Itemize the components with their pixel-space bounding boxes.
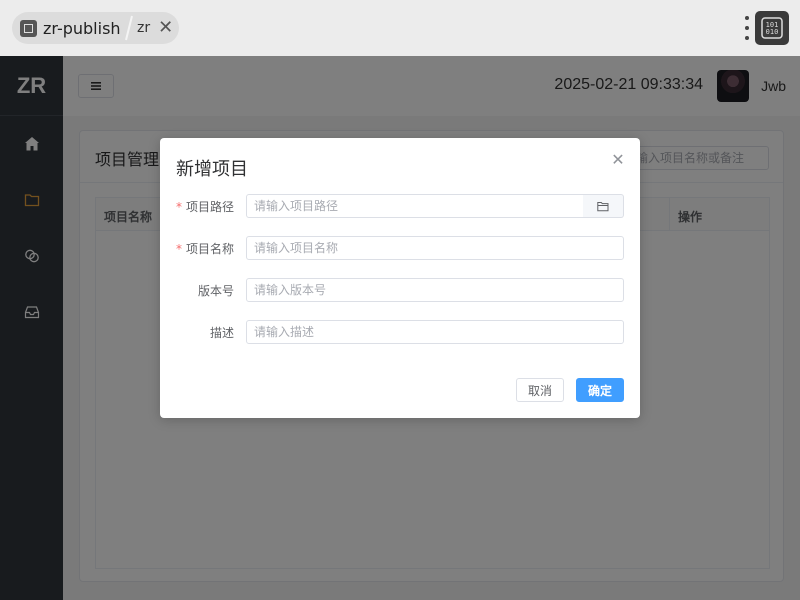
cancel-button[interactable]: 取消 — [516, 378, 564, 402]
tab-title: zr-publish — [43, 18, 121, 38]
sub-tab-label: zr — [137, 20, 151, 36]
close-icon[interactable]: ✕ — [158, 19, 173, 37]
close-icon[interactable]: ✕ — [610, 152, 626, 168]
new-project-dialog: 新增项目 ✕ * 项目路径 请输入项目路径 * 项目名称 请输入项目名称 版本号 请… — [160, 138, 640, 418]
confirm-button[interactable]: 确定 — [576, 378, 624, 402]
form-row-version: 版本号 请输入版本号 — [160, 278, 640, 302]
form-row-path: * 项目路径 请输入项目路径 — [160, 194, 640, 218]
project-name-input[interactable]: 请输入项目名称 — [246, 236, 624, 260]
required-mark: * — [175, 242, 182, 256]
project-path-input[interactable]: 请输入项目路径 — [246, 194, 584, 218]
more-vertical-icon[interactable] — [743, 16, 751, 40]
required-mark: * — [175, 200, 182, 214]
svg-text:010: 010 — [766, 28, 779, 36]
field-label-path: * 项目路径 — [175, 200, 234, 214]
tab-group[interactable]: zr-publish zr ✕ — [12, 12, 179, 44]
description-input[interactable]: 请输入描述 — [246, 320, 624, 344]
dialog-title: 新增项目 — [176, 159, 248, 180]
field-label-description: 描述 — [209, 326, 234, 340]
version-input[interactable]: 请输入版本号 — [246, 278, 624, 302]
binary-icon[interactable]: 101 010 — [755, 11, 789, 45]
tab-divider — [125, 15, 133, 41]
tab-sub[interactable]: zr ✕ — [137, 18, 173, 38]
form-row-name: * 项目名称 请输入项目名称 — [160, 236, 640, 260]
folder-open-icon — [597, 201, 609, 211]
browse-folder-button[interactable] — [583, 194, 624, 218]
tab-main[interactable]: zr-publish — [20, 16, 121, 40]
app-favicon-icon — [20, 19, 37, 37]
field-label-version: 版本号 — [197, 284, 234, 298]
browser-chrome: zr-publish zr ✕ 101 010 — [0, 0, 800, 56]
field-label-name: * 项目名称 — [175, 242, 234, 256]
form-row-description: 描述 请输入描述 — [160, 320, 640, 344]
